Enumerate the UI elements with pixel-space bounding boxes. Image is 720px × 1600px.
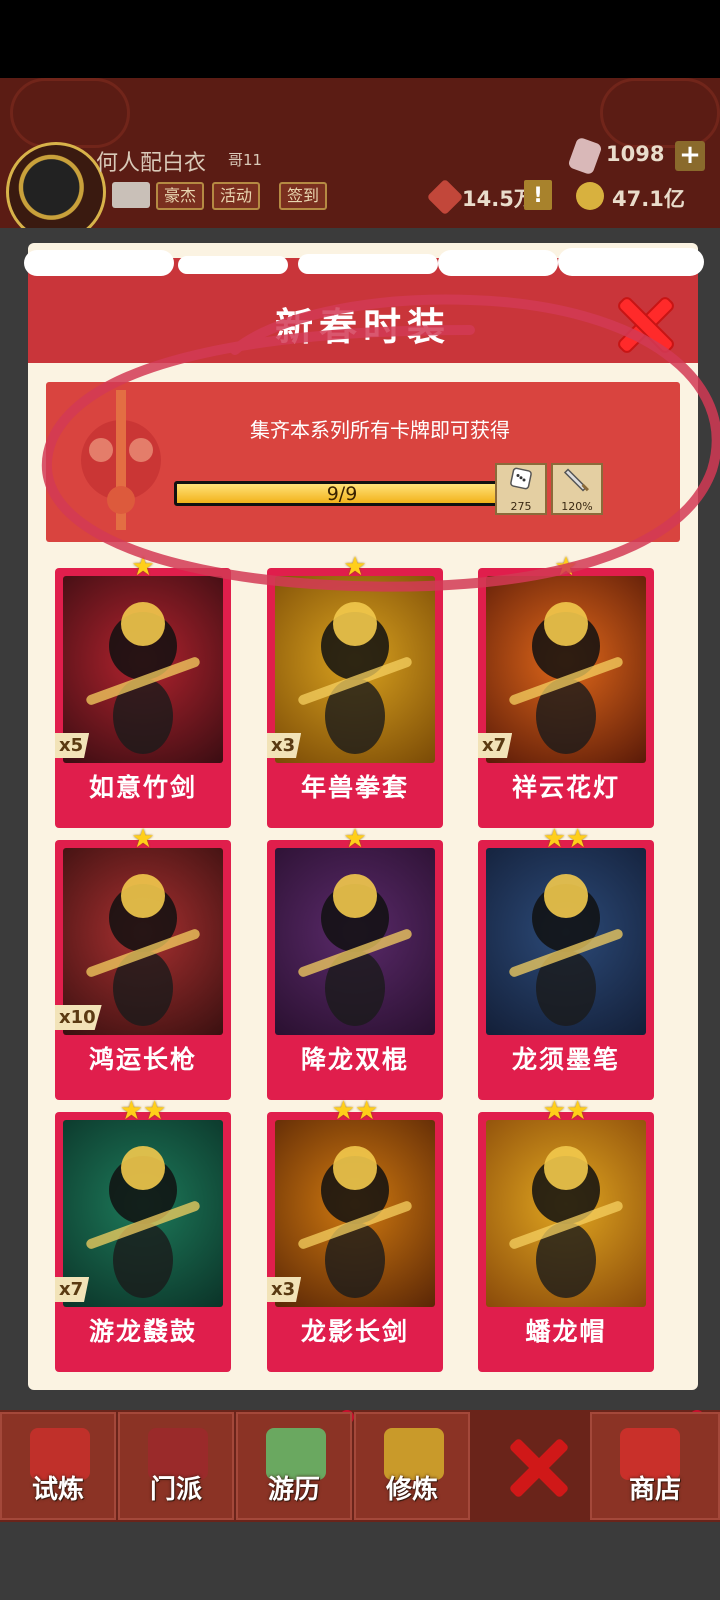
dice-icon (510, 467, 532, 490)
star-rating: ★ (131, 824, 155, 854)
reward-attack-value: 120% (561, 500, 593, 513)
costume-card[interactable]: ★★ 蟠龙帽 (478, 1098, 654, 1372)
nav-cultivate-label: 修炼 (385, 1475, 438, 1505)
nav-sect[interactable]: 门派 (118, 1412, 234, 1520)
card-count: x3 (267, 1277, 302, 1302)
player-rank: 哥11 (228, 151, 263, 169)
card-name: 龙影长剑 (300, 1317, 409, 1346)
costume-card[interactable]: ★ 降龙双棍 (267, 826, 443, 1100)
star-rating: ★★ (542, 824, 590, 854)
reward-dice-value: 275 (510, 500, 532, 513)
card-name: 年兽拳套 (300, 773, 409, 802)
star-rating: ★★ (542, 1096, 590, 1126)
add-gems-button[interactable]: + (675, 141, 705, 171)
gem-count: 1098 (606, 142, 665, 166)
reward-dice[interactable]: 275 (495, 463, 547, 515)
nav-trial[interactable]: 试炼 (0, 1412, 116, 1520)
events-button[interactable]: 活动 (212, 182, 261, 210)
nav-travel-label: 游历 (267, 1475, 320, 1505)
modal-header: 新春时装 (24, 248, 704, 363)
checkin-button[interactable]: 签到 (279, 182, 328, 210)
nav-shop[interactable]: 商店 (590, 1412, 720, 1520)
star-rating: ★ (343, 552, 367, 582)
nav-travel[interactable]: 游历 (236, 1412, 352, 1520)
card-count: x7 (55, 1277, 90, 1302)
card-artwork (275, 848, 435, 1035)
nav-cultivate[interactable]: 修炼 (354, 1412, 470, 1520)
nav-shop-label: 商店 (628, 1475, 681, 1505)
avatar[interactable] (6, 142, 106, 242)
costume-card[interactable]: ★★ x3 龙影长剑 (267, 1098, 443, 1372)
nav-sect-label: 门派 (149, 1475, 202, 1505)
gold-value: 47.1亿 (612, 187, 685, 211)
heroes-button[interactable]: 豪杰 (156, 182, 205, 210)
card-name: 祥云花灯 (511, 773, 620, 802)
mail-icon[interactable] (112, 182, 150, 208)
card-name: 龙须墨笔 (511, 1045, 620, 1074)
dragon-sword-emblem (81, 390, 161, 530)
sword-icon (563, 468, 589, 492)
card-name: 游龙鼗鼓 (88, 1317, 197, 1346)
banner-description: 集齐本系列所有卡牌即可获得 (250, 418, 510, 442)
nav-close-icon[interactable] (510, 1438, 570, 1498)
progress-label: 9/9 (326, 483, 358, 505)
card-name: 降龙双棍 (300, 1045, 409, 1074)
game-screen: 何人配白衣 哥11 豪杰 活动 签到 1098 + 14.5万 ! 47.1亿 … (0, 0, 720, 1600)
star-rating: ★★ (119, 1096, 167, 1126)
card-count: x10 (55, 1005, 102, 1030)
card-count: x7 (478, 733, 513, 758)
modal-title: 新春时装 (274, 305, 451, 349)
set-reward-banner: 集齐本系列所有卡牌即可获得 9/9 275 120% (46, 382, 680, 542)
gold-icon (576, 182, 604, 210)
card-name: 如意竹剑 (88, 773, 197, 802)
costume-card[interactable]: ★ x7 祥云花灯 (478, 554, 654, 828)
reward-attack[interactable]: 120% (551, 463, 603, 515)
card-artwork (486, 1120, 646, 1307)
star-rating: ★★ (331, 1096, 379, 1126)
costume-card[interactable]: ★ x3 年兽拳套 (267, 554, 443, 828)
close-button[interactable] (616, 296, 674, 354)
costume-card[interactable]: ★ x5 如意竹剑 (55, 554, 231, 828)
star-rating: ★ (554, 552, 578, 582)
alert-badge[interactable]: ! (524, 180, 552, 210)
star-rating: ★ (131, 552, 155, 582)
card-count: x3 (267, 733, 302, 758)
card-artwork (486, 848, 646, 1035)
player-name: 何人配白衣 (96, 151, 207, 176)
card-name: 鸿运长枪 (88, 1045, 197, 1074)
card-count: x5 (55, 733, 90, 758)
costume-card[interactable]: ★ x10 鸿运长枪 (55, 826, 231, 1100)
costume-card[interactable]: ★★ 龙须墨笔 (478, 826, 654, 1100)
collection-progress-bar: 9/9 (174, 481, 510, 506)
nav-trial-label: 试炼 (31, 1475, 84, 1505)
card-name: 蟠龙帽 (525, 1317, 607, 1346)
costume-card[interactable]: ★★ x7 游龙鼗鼓 (55, 1098, 231, 1372)
star-rating: ★ (343, 824, 367, 854)
